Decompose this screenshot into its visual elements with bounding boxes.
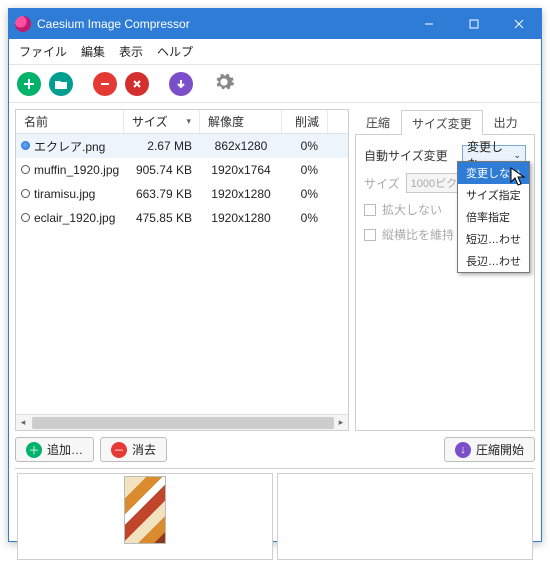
app-icon [15,16,31,32]
tab-resize[interactable]: サイズ変更 [401,110,483,135]
file-table: 名前 サイズ▾ 解像度 削減 エクレア.png2.67 MB862x12800%… [15,109,349,431]
add-icon[interactable] [17,72,41,96]
dropdown-option[interactable]: 長辺…わせ [458,250,529,272]
menu-file[interactable]: ファイル [19,43,67,60]
dropdown-option[interactable]: サイズ指定 [458,184,529,206]
no-enlarge-label: 拡大しない [382,201,442,218]
remove-icon[interactable] [93,72,117,96]
menu-view[interactable]: 表示 [119,43,143,60]
table-row[interactable]: eclair_1920.jpg475.85 KB1920x12800% [16,206,348,230]
horizontal-scrollbar[interactable]: ◂▸ [16,414,348,430]
auto-resize-label: 自動サイズ変更 [364,147,448,164]
tab-output[interactable]: 出力 [483,109,529,134]
tab-compress[interactable]: 圧縮 [355,109,401,134]
close-button[interactable] [496,9,541,39]
toolbar [9,65,541,103]
clear-button[interactable]: －消去 [100,437,167,462]
app-window: Caesium Image Compressor ファイル 編集 表示 ヘルプ … [8,8,542,542]
keep-ratio-checkbox[interactable] [364,229,376,241]
table-header: 名前 サイズ▾ 解像度 削減 [16,110,348,134]
table-row[interactable]: tiramisu.jpg663.79 KB1920x12800% [16,182,348,206]
preview-original [17,473,273,560]
menu-help[interactable]: ヘルプ [157,43,193,60]
cursor-icon [510,167,526,187]
dropdown-option[interactable]: 短辺…わせ [458,228,529,250]
size-label: サイズ [364,175,400,192]
add-button[interactable]: ＋追加… [15,437,94,462]
table-row[interactable]: muffin_1920.jpg905.74 KB1920x17640% [16,158,348,182]
side-tabs: 圧縮 サイズ変更 出力 [355,109,535,135]
table-row[interactable]: エクレア.png2.67 MB862x12800% [16,134,348,158]
minimize-button[interactable] [406,9,451,39]
col-reduction[interactable]: 削減 [282,110,328,133]
settings-icon[interactable] [213,71,235,96]
maximize-button[interactable] [451,9,496,39]
start-button[interactable]: ↓圧縮開始 [444,437,535,462]
folder-icon[interactable] [49,72,73,96]
col-name[interactable]: 名前 [16,110,124,133]
app-title: Caesium Image Compressor [37,17,406,31]
col-size[interactable]: サイズ▾ [124,110,200,133]
preview-compressed [277,473,533,560]
compress-icon[interactable] [169,72,193,96]
delete-icon[interactable] [125,72,149,96]
menu-edit[interactable]: 編集 [81,43,105,60]
resize-panel: 自動サイズ変更 変更しな⌄ サイズ 拡大しない 縦横比を維持 変 [355,135,535,431]
thumbnail-image [124,476,166,544]
col-resolution[interactable]: 解像度 [200,110,282,133]
dropdown-option[interactable]: 倍率指定 [458,206,529,228]
menubar: ファイル 編集 表示 ヘルプ [9,39,541,65]
keep-ratio-label: 縦横比を維持 [382,226,454,243]
titlebar: Caesium Image Compressor [9,9,541,39]
action-bar: ＋追加… －消去 ↓圧縮開始 [9,431,541,468]
no-enlarge-checkbox[interactable] [364,204,376,216]
